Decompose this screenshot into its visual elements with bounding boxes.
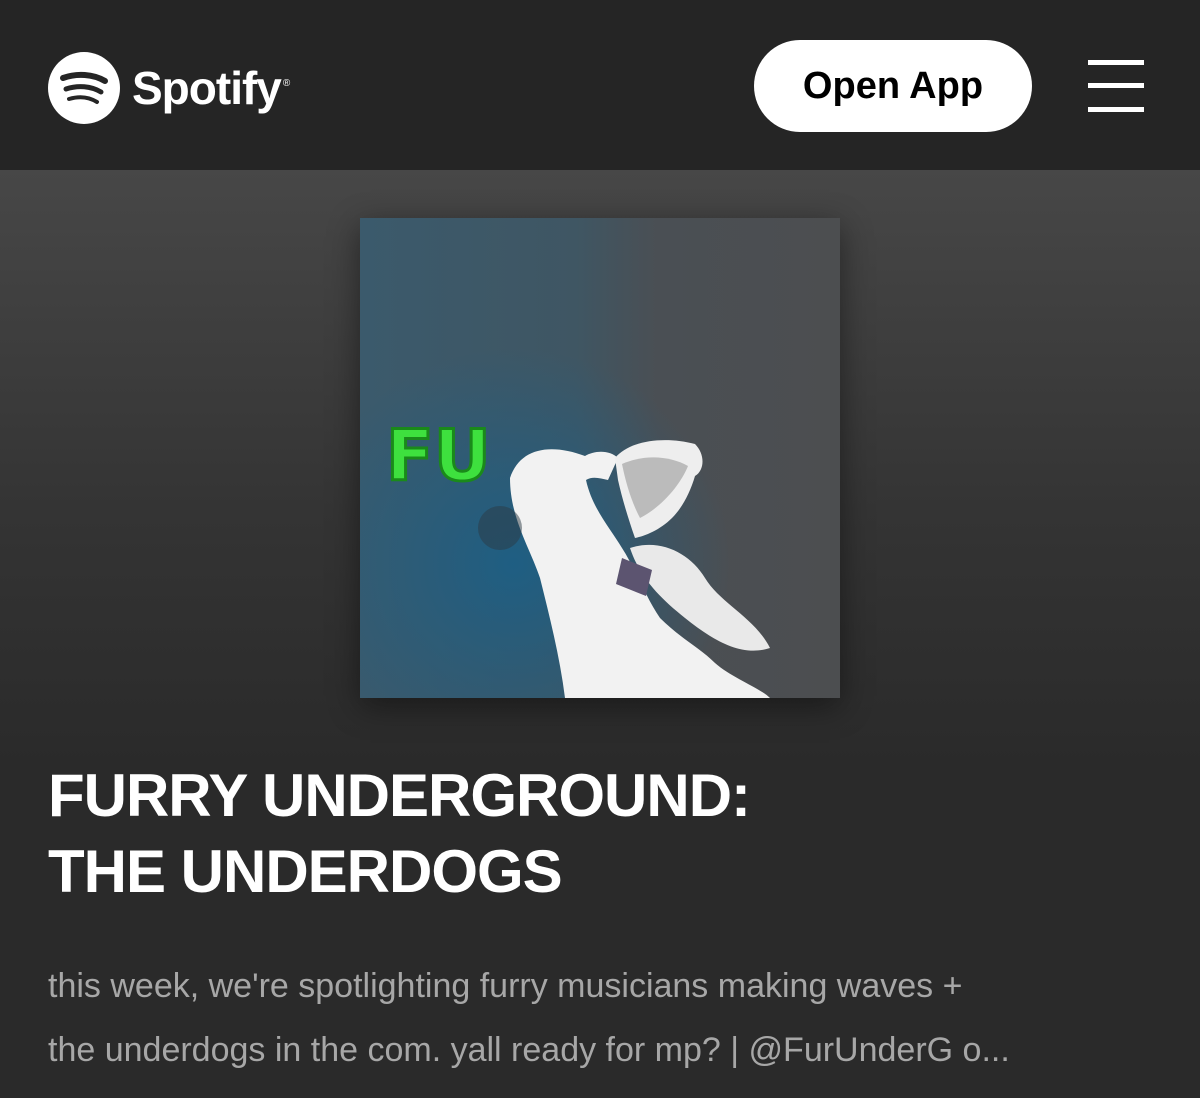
menu-line bbox=[1088, 60, 1144, 65]
cover-fu-lettering: FU bbox=[386, 415, 491, 497]
menu-line bbox=[1088, 83, 1144, 88]
title-line-1: FURRY UNDERGROUND: bbox=[48, 762, 751, 829]
brand-name: Spotify ® bbox=[132, 62, 290, 114]
description-line-2: the underdogs in the com. yall ready for… bbox=[48, 1031, 1010, 1069]
playlist-title: FURRY UNDERGROUND: THE UNDERDOGS bbox=[48, 758, 1158, 910]
open-app-button[interactable]: Open App bbox=[754, 40, 1032, 132]
playlist-page: FU FURRY UNDERGROUND: THE UNDERDOGS this… bbox=[0, 170, 1200, 1098]
playlist-description: this week, we're spotlighting furry musi… bbox=[48, 954, 1158, 1082]
registered-mark: ® bbox=[282, 78, 290, 89]
spotify-logo[interactable]: Spotify ® bbox=[48, 52, 290, 124]
title-line-2: THE UNDERDOGS bbox=[48, 838, 563, 905]
top-navigation-bar: Spotify ® Open App bbox=[0, 0, 1200, 170]
description-line-1: this week, we're spotlighting furry musi… bbox=[48, 967, 963, 1005]
spotify-logo-icon bbox=[48, 52, 120, 124]
playlist-cover-image[interactable]: FU bbox=[360, 218, 840, 698]
hamburger-menu-icon[interactable] bbox=[1088, 60, 1144, 112]
menu-line bbox=[1088, 107, 1144, 112]
